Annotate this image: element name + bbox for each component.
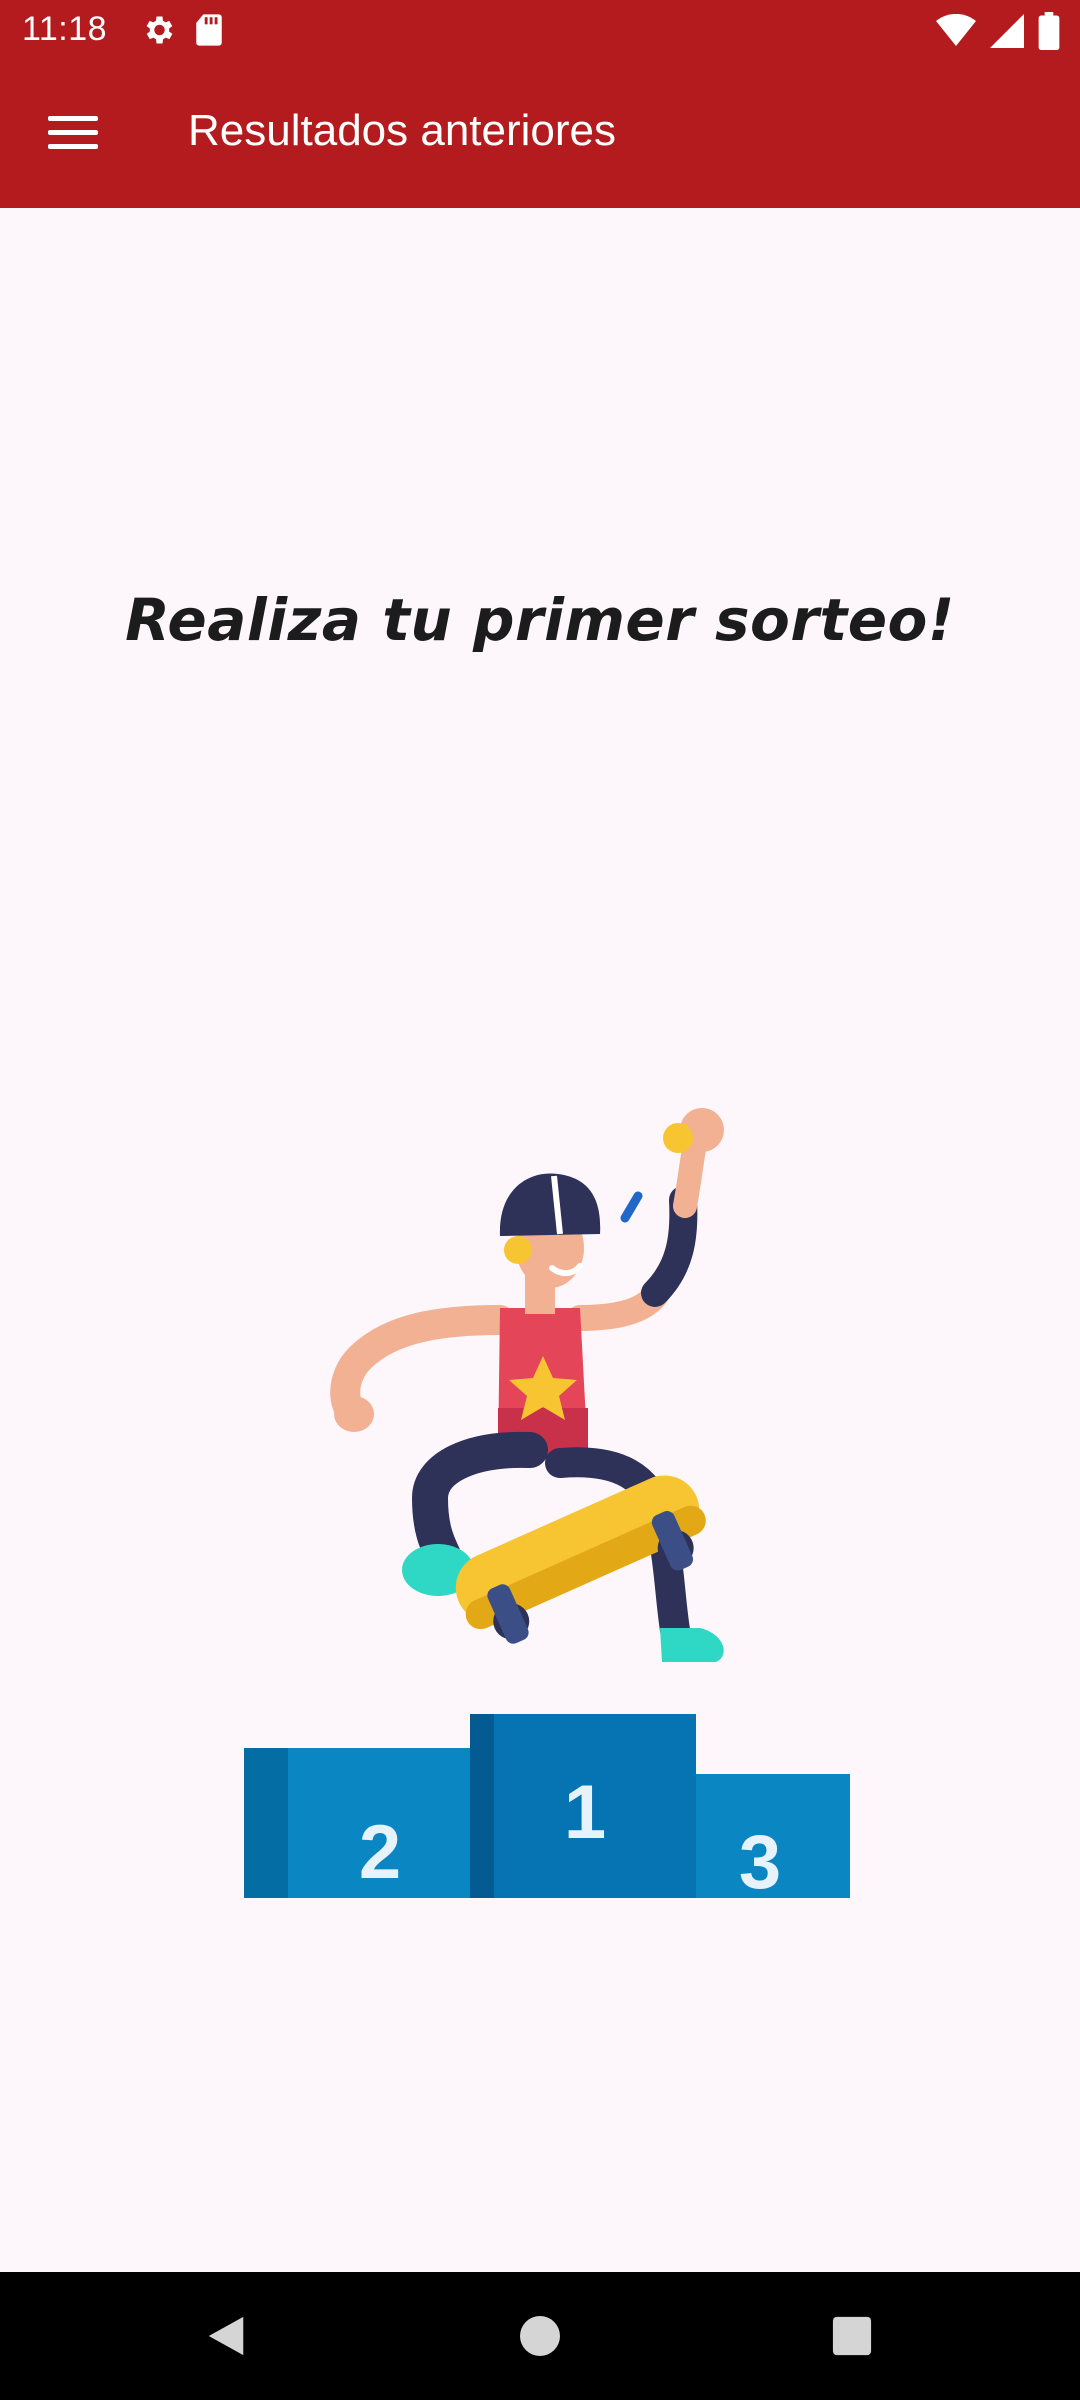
recents-button[interactable] [820,2306,884,2370]
back-button[interactable] [194,2306,258,2370]
menu-icon [48,114,98,155]
status-time: 11:18 [22,10,108,48]
home-icon [518,2314,562,2363]
podium-label-2: 2 [359,1810,401,1895]
screen: 11:18 Resultados anteriores Realiza tu p… [0,0,1080,2400]
status-bar: 11:18 [0,0,1080,62]
system-nav-bar [0,2272,1080,2400]
podium-label-1: 1 [564,1770,606,1855]
podium-label-3: 3 [739,1820,781,1898]
podium: 2 1 3 [244,1714,856,1916]
wifi-icon [936,13,976,53]
status-right-icons [936,12,1060,55]
sd-card-icon [194,13,224,52]
menu-button[interactable] [32,98,114,170]
home-button[interactable] [508,2306,572,2370]
page-title: Resultados anteriores [188,106,617,155]
back-icon [204,2313,248,2364]
main-content: Realiza tu primer sorteo! 2 1 3 [0,208,1080,2272]
app-bar: Resultados anteriores [0,62,1080,208]
signal-icon [990,14,1024,53]
settings-icon [140,12,176,53]
recents-icon [831,2315,873,2362]
battery-icon [1038,12,1060,55]
skater-on-podium-illustration: 2 1 3 [230,938,856,1916]
skater [330,1108,724,1662]
status-left-icons [140,12,224,53]
empty-state-headline: Realiza tu primer sorteo! [125,586,955,654]
